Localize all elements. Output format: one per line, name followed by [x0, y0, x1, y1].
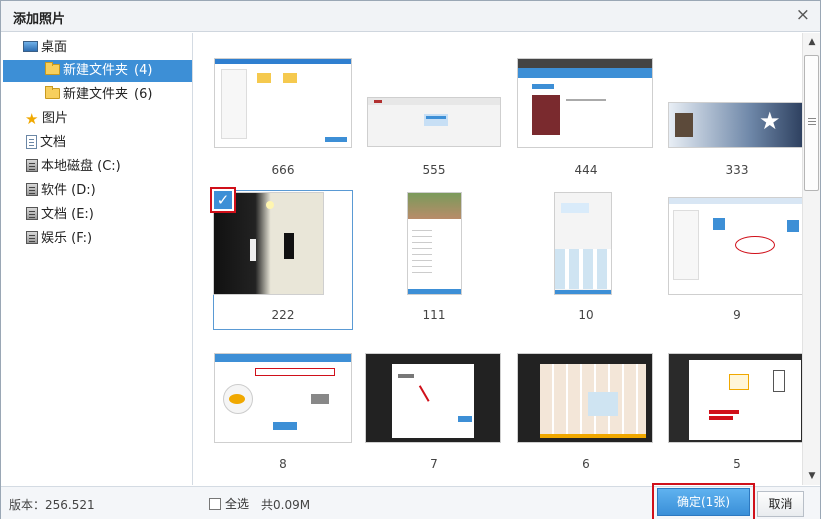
- photo-thumbnail: [517, 58, 653, 148]
- version-label: 版本：256.521: [9, 498, 95, 512]
- tree-item-drive-c[interactable]: 本地磁盘 (C:): [26, 156, 121, 178]
- scroll-down-arrow-icon[interactable]: ▼: [806, 471, 818, 481]
- add-photo-dialog: 添加照片 × 桌面 新建文件夹 (4) 新建文件夹 (6) ★ 图片 文档 本地磁盘 …: [0, 0, 821, 519]
- disk-icon: [26, 231, 38, 244]
- dialog-footer: 版本：256.521 全选 共0.09M 确定(1张) 取消: [1, 483, 820, 519]
- tree-item-new-folder-4[interactable]: 新建文件夹 (4): [3, 60, 192, 82]
- tree-item-count: (4): [134, 63, 153, 78]
- photo-name: 7: [430, 457, 438, 471]
- tree-item-label: 本地磁盘 (C:): [41, 159, 121, 174]
- vertical-scrollbar[interactable]: ▲ ▼: [802, 33, 820, 485]
- photo-thumbnail: [365, 353, 501, 443]
- photo-name: 444: [574, 163, 598, 177]
- photo-thumbnail: [214, 353, 352, 443]
- star-icon: ★: [25, 110, 39, 128]
- tree-item-label: 新建文件夹: [63, 87, 129, 102]
- scrollbar-thumb[interactable]: [804, 55, 819, 191]
- photo-thumbnail: [407, 192, 462, 295]
- photo-thumbnail: ★: [668, 102, 802, 148]
- photo-name: 9: [733, 308, 741, 322]
- checkbox-icon[interactable]: [209, 498, 221, 510]
- close-icon[interactable]: ×: [796, 5, 810, 25]
- folder-icon: [45, 86, 60, 99]
- photo-name: 555: [422, 163, 446, 177]
- folder-icon: [45, 62, 60, 75]
- tree-item-pictures[interactable]: ★ 图片: [25, 108, 68, 130]
- photo-grid: 666 555 444 ★ 333 ✓ 222 111 10 9 8 7 6 5: [194, 33, 802, 485]
- tree-item-label: 娱乐 (F:): [41, 231, 93, 246]
- confirm-highlight: 确定(1张): [652, 483, 755, 519]
- tree-item-drive-d[interactable]: 软件 (D:): [26, 180, 96, 202]
- tree-item-documents[interactable]: 文档: [26, 132, 66, 154]
- confirm-button[interactable]: 确定(1张): [657, 488, 750, 516]
- cancel-button[interactable]: 取消: [757, 491, 804, 517]
- photo-thumbnail: [214, 58, 352, 148]
- select-all-checkbox[interactable]: 全选: [209, 495, 249, 512]
- photo-name: 6: [582, 457, 590, 471]
- title-bar: 添加照片 ×: [1, 1, 820, 32]
- grip-icon: [808, 118, 816, 119]
- selected-checkbox[interactable]: ✓: [210, 187, 236, 213]
- desktop-icon: [23, 41, 38, 52]
- scroll-up-arrow-icon[interactable]: ▲: [806, 37, 818, 47]
- photo-thumbnail: [668, 353, 802, 443]
- photo-thumbnail: [367, 97, 501, 147]
- tree-item-label: 文档 (E:): [41, 207, 94, 222]
- tree-item-label: 新建文件夹: [63, 63, 129, 78]
- photo-name: 333: [725, 163, 749, 177]
- folder-tree: 桌面 新建文件夹 (4) 新建文件夹 (6) ★ 图片 文档 本地磁盘 (C:) 软件…: [1, 33, 193, 485]
- photo-name: 10: [578, 308, 594, 322]
- document-icon: [26, 135, 37, 149]
- checkmark-icon: ✓: [214, 191, 232, 209]
- dialog-title: 添加照片: [13, 12, 66, 27]
- disk-icon: [26, 183, 38, 196]
- tree-item-label: 桌面: [41, 40, 68, 55]
- tree-item-new-folder-6[interactable]: 新建文件夹 (6): [45, 84, 152, 106]
- photo-name: 666: [271, 163, 295, 177]
- photo-thumbnail: [668, 197, 802, 295]
- photo-thumbnail: [517, 353, 653, 443]
- photo-thumbnail: [554, 192, 612, 295]
- photo-name: 222: [271, 308, 295, 322]
- tree-item-count: (6): [134, 87, 153, 102]
- photo-name: 5: [733, 457, 741, 471]
- tree-item-desktop[interactable]: 桌面: [23, 37, 67, 59]
- photo-name: 111: [422, 308, 446, 322]
- select-all-label: 全选: [225, 497, 250, 511]
- tree-item-label: 软件 (D:): [41, 183, 96, 198]
- total-size: 共0.09M: [261, 498, 311, 512]
- tree-item-drive-f[interactable]: 娱乐 (F:): [26, 228, 92, 250]
- disk-icon: [26, 159, 38, 172]
- photo-name: 8: [279, 457, 287, 471]
- tree-item-drive-e[interactable]: 文档 (E:): [26, 204, 94, 226]
- tree-item-label: 图片: [42, 111, 69, 126]
- disk-icon: [26, 207, 38, 220]
- tree-item-label: 文档: [40, 135, 67, 150]
